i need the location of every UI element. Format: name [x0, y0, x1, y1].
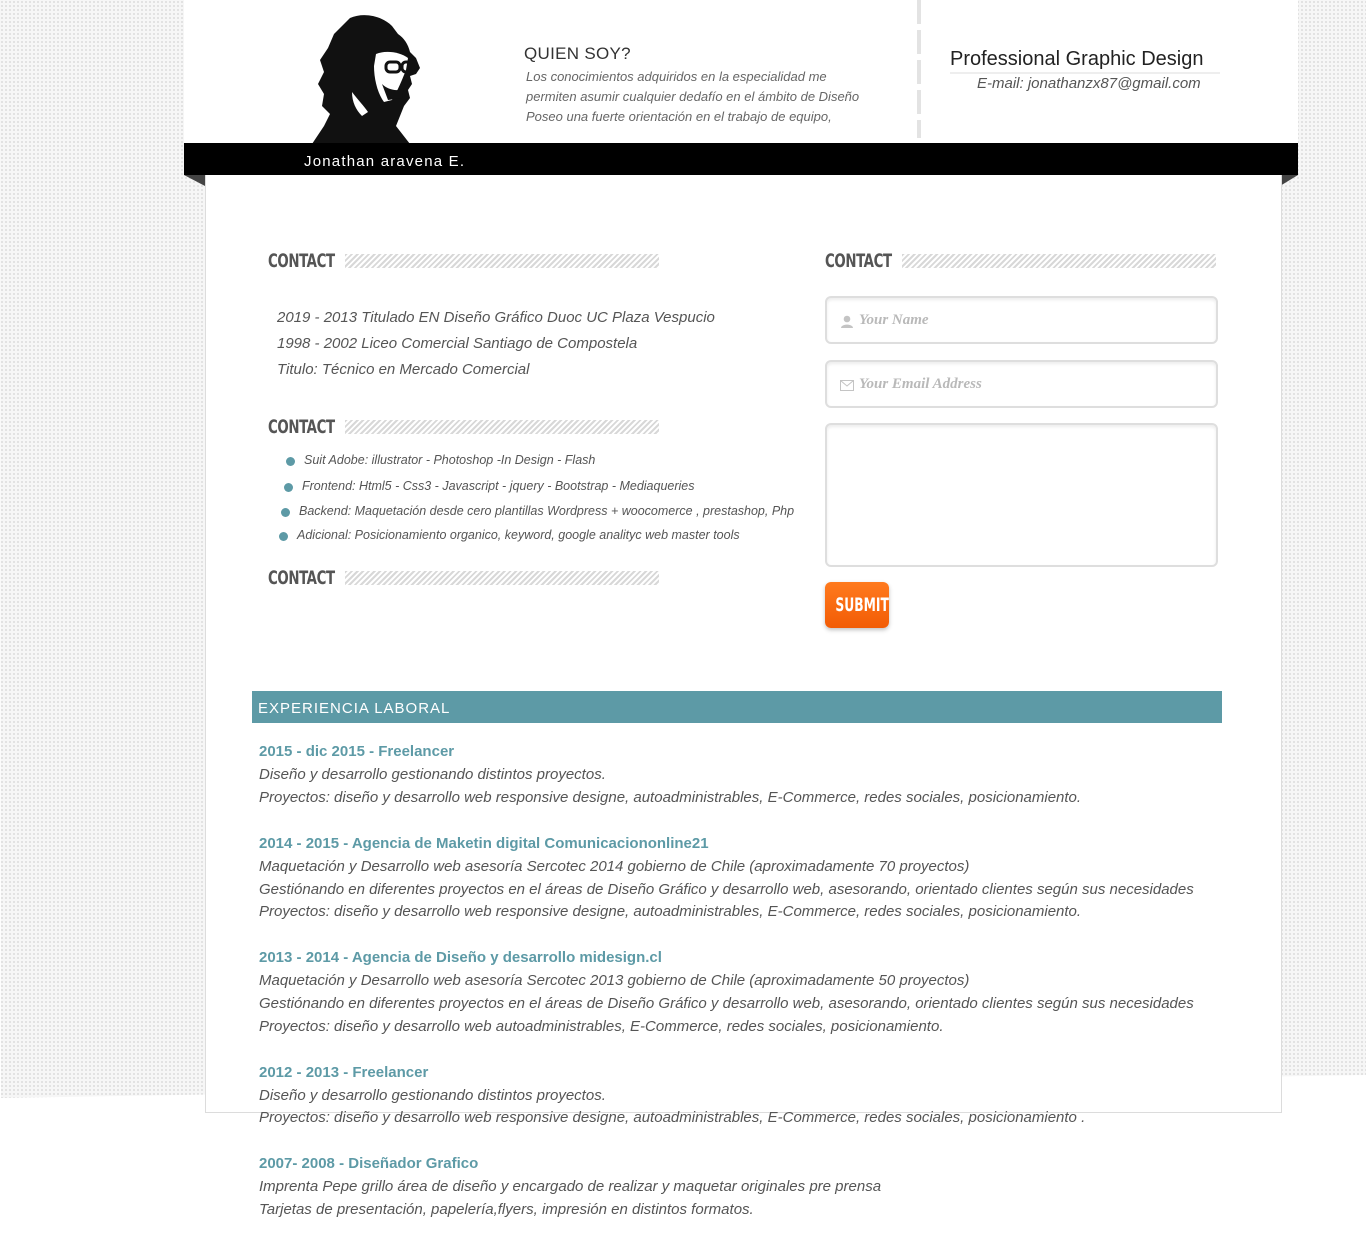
ribbon-fold-left [184, 175, 205, 186]
job-line: Gestiónando en diferentes proyectos en e… [259, 995, 1194, 1012]
job-title: 2015 - dic 2015 - Freelancer [259, 743, 455, 760]
section-contact-form-header: CONTACT [825, 250, 1225, 274]
job-title: 2007- 2008 - Diseñador Grafico [259, 1155, 479, 1172]
skill-item: Suit Adobe: illustrator - Photoshop -In … [286, 453, 596, 467]
email-input[interactable]: Your Email Address [825, 360, 1218, 408]
person-name: Jonathan aravena E. [304, 153, 466, 170]
submit-label: SUBMIT [835, 594, 889, 616]
section-title: CONTACT [825, 250, 892, 272]
section-title: CONTACT [268, 250, 335, 272]
section-extra-header: CONTACT [268, 567, 668, 591]
job-line: Maquetación y Desarrollo web asesoría Se… [259, 858, 970, 875]
avatar-logo [312, 15, 420, 144]
bullet-icon [284, 483, 293, 492]
bullet-icon [281, 508, 290, 517]
role-underline [950, 72, 1220, 74]
job-line: Gestiónando en diferentes proyectos en e… [259, 881, 1194, 898]
section-title: CONTACT [268, 567, 335, 589]
education-item: Titulo: Técnico en Mercado Comercial [277, 361, 530, 378]
education-item: 1998 - 2002 Liceo Comercial Santiago de … [277, 335, 638, 352]
section-stripes [345, 254, 659, 268]
skill-text: Frontend: Html5 - Css3 - Javascript - jq… [302, 479, 695, 493]
job-line: Proyectos: diseño y desarrollo web respo… [259, 1109, 1086, 1126]
job-title: 2012 - 2013 - Freelancer [259, 1064, 429, 1081]
about-line: Los conocimientos adquiridos en la espec… [526, 69, 827, 84]
name-bar: Jonathan aravena E. [184, 143, 1298, 175]
header: QUIEN SOY? Los conocimientos adquiridos … [184, 0, 1298, 144]
about-title: QUIEN SOY? [524, 44, 631, 63]
about-line: permiten asumir cualquier dedafío en el … [526, 89, 860, 104]
name-placeholder: Your Name [859, 312, 929, 328]
about-text: Los conocimientos adquiridos en la espec… [526, 67, 886, 127]
envelope-icon [840, 380, 854, 391]
ribbon-fold-right [1280, 175, 1298, 186]
job-title: 2013 - 2014 - Agencia de Diseño y desarr… [259, 949, 662, 966]
user-icon [841, 315, 853, 328]
education-item: 2019 - 2013 Titulado EN Diseño Gráfico D… [277, 309, 715, 326]
section-education-header: CONTACT [268, 250, 668, 274]
header-divider [917, 0, 921, 138]
name-input[interactable]: Your Name [825, 296, 1218, 344]
job-line: Maquetación y Desarrollo web asesoría Se… [259, 972, 970, 989]
experience-title: EXPERIENCIA LABORAL [258, 700, 451, 717]
skill-text: Adicional: Posicionamiento organico, key… [297, 528, 740, 542]
bullet-icon [279, 532, 288, 541]
section-stripes [345, 420, 659, 434]
job-line: Proyectos: diseño y desarrollo web respo… [259, 789, 1082, 806]
job-line: Diseño y desarrollo gestionando distinto… [259, 1087, 606, 1104]
experience-bar: EXPERIENCIA LABORAL [252, 691, 1222, 723]
job-line: Imprenta Pepe grillo área de diseño y en… [259, 1178, 882, 1195]
role-title: Professional Graphic Design [950, 48, 1204, 70]
job-line: Proyectos: diseño y desarrollo web respo… [259, 903, 1082, 920]
message-textarea[interactable] [825, 423, 1218, 567]
about-line: Poseo una fuerte orientación en el traba… [526, 109, 832, 124]
section-skills-header: CONTACT [268, 416, 668, 440]
email-placeholder: Your Email Address [859, 376, 982, 392]
section-stripes [345, 571, 659, 585]
skill-item: Adicional: Posicionamiento organico, key… [279, 528, 740, 542]
skill-item: Frontend: Html5 - Css3 - Javascript - jq… [284, 479, 695, 493]
email-text[interactable]: E-mail: jonathanzx87@gmail.com [977, 75, 1201, 92]
submit-button[interactable]: SUBMIT [825, 582, 889, 628]
section-stripes [902, 254, 1216, 268]
bullet-icon [286, 457, 295, 466]
skill-text: Suit Adobe: illustrator - Photoshop -In … [304, 453, 596, 467]
job-title: 2014 - 2015 - Agencia de Maketin digital… [259, 835, 709, 852]
skill-text: Backend: Maquetación desde cero plantill… [299, 504, 795, 518]
section-title: CONTACT [268, 416, 335, 438]
job-line: Tarjetas de presentación, papelería,flye… [259, 1201, 754, 1218]
skill-item: Backend: Maquetación desde cero plantill… [281, 504, 795, 518]
job-line: Proyectos: diseño y desarrollo web autoa… [259, 1018, 944, 1035]
job-line: Diseño y desarrollo gestionando distinto… [259, 766, 606, 783]
